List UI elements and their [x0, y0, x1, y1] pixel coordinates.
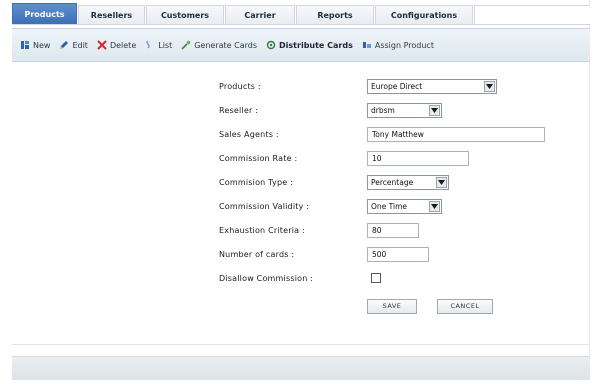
commission-validity-select[interactable]: One Time	[367, 198, 442, 214]
commission-type-label: Commision Type :	[219, 177, 294, 187]
sales-agents-label: Sales Agents :	[219, 129, 279, 139]
sales-agents-row: Sales Agents :	[219, 126, 579, 142]
exhaustion-criteria-label: Exhaustion Criteria :	[219, 225, 305, 235]
products-select[interactable]: Europe Direct	[367, 78, 497, 94]
distribute-cards-icon	[266, 40, 276, 50]
new-button[interactable]: New	[20, 40, 50, 50]
generate-cards-icon	[181, 40, 191, 50]
reseller-label: Reseller :	[219, 105, 259, 115]
products-selected-value: Europe Direct	[371, 81, 423, 91]
reseller-row: Reseller : drbsm	[219, 102, 579, 118]
edit-button[interactable]: Edit	[59, 40, 88, 50]
products-row: Products : Europe Direct	[219, 78, 579, 94]
number-of-cards-label: Number of cards :	[219, 249, 295, 259]
assign-product-button[interactable]: Assign Product	[362, 40, 434, 50]
distribute-cards-label: Distribute Cards	[279, 40, 353, 50]
tab-resellers[interactable]: Resellers	[78, 5, 145, 24]
tab-products[interactable]: Products	[12, 3, 77, 24]
list-icon	[146, 40, 150, 49]
delete-label: Delete	[109, 40, 137, 50]
action-toolbar: New Edit Delete List Generate Cards Dist…	[12, 28, 590, 62]
disallow-commission-checkbox[interactable]	[371, 273, 381, 283]
chevron-down-icon	[436, 176, 447, 188]
commission-type-row: Commision Type : Percentage	[219, 174, 579, 190]
number-of-cards-row: Number of cards :	[219, 246, 579, 262]
commission-rate-row: Commission Rate :	[219, 150, 579, 166]
main-tabbar: Products Resellers Customers Carrier Rep…	[12, 3, 590, 25]
list-button[interactable]: List	[145, 40, 172, 50]
new-icon	[21, 41, 29, 49]
save-button[interactable]: SAVE	[367, 298, 417, 314]
chevron-down-icon	[484, 80, 495, 92]
generate-cards-button[interactable]: Generate Cards	[181, 40, 257, 50]
footer-divider	[12, 344, 590, 345]
distribute-cards-button[interactable]: Distribute Cards	[266, 40, 353, 50]
commission-type-selected-value: Percentage	[371, 177, 414, 187]
new-label: New	[33, 40, 51, 50]
exhaustion-criteria-input[interactable]	[367, 222, 419, 238]
chevron-down-icon	[429, 200, 440, 212]
commission-validity-selected-value: One Time	[371, 201, 408, 211]
pencil-icon	[60, 41, 69, 49]
sales-agents-input[interactable]	[367, 126, 545, 142]
commission-rate-input[interactable]	[367, 150, 469, 166]
app-window: Products Resellers Customers Carrier Rep…	[12, 0, 590, 380]
tab-customers[interactable]: Customers	[146, 5, 224, 24]
generate-cards-label: Generate Cards	[194, 40, 258, 50]
number-of-cards-input[interactable]	[367, 246, 429, 262]
edit-label: Edit	[72, 40, 88, 50]
list-label: List	[158, 40, 173, 50]
exhaustion-criteria-row: Exhaustion Criteria :	[219, 222, 579, 238]
commission-type-select[interactable]: Percentage	[367, 174, 449, 190]
reseller-select[interactable]: drbsm	[367, 102, 442, 118]
tabbar-filler	[474, 5, 590, 24]
footer-bar	[12, 356, 590, 380]
commission-rate-label: Commission Rate :	[219, 153, 298, 163]
tab-configurations[interactable]: Configurations	[375, 5, 473, 24]
delete-button[interactable]: Delete	[97, 40, 136, 50]
tab-carrier[interactable]: Carrier	[225, 5, 295, 24]
commission-validity-row: Commission Validity : One Time	[219, 198, 579, 214]
assign-product-icon	[362, 42, 371, 48]
disallow-commission-row: Disallow Commission :	[219, 270, 579, 286]
cancel-button[interactable]: CANCEL	[437, 298, 493, 314]
products-label: Products :	[219, 81, 261, 91]
commission-validity-label: Commission Validity :	[219, 201, 310, 211]
disallow-commission-label: Disallow Commission :	[219, 273, 314, 283]
delete-x-icon	[97, 40, 107, 50]
tab-reports[interactable]: Reports	[296, 5, 374, 24]
reseller-selected-value: drbsm	[371, 105, 395, 115]
assign-product-label: Assign Product	[374, 40, 434, 50]
form-actions-row: SAVE CANCEL	[219, 298, 579, 314]
chevron-down-icon	[429, 104, 440, 116]
